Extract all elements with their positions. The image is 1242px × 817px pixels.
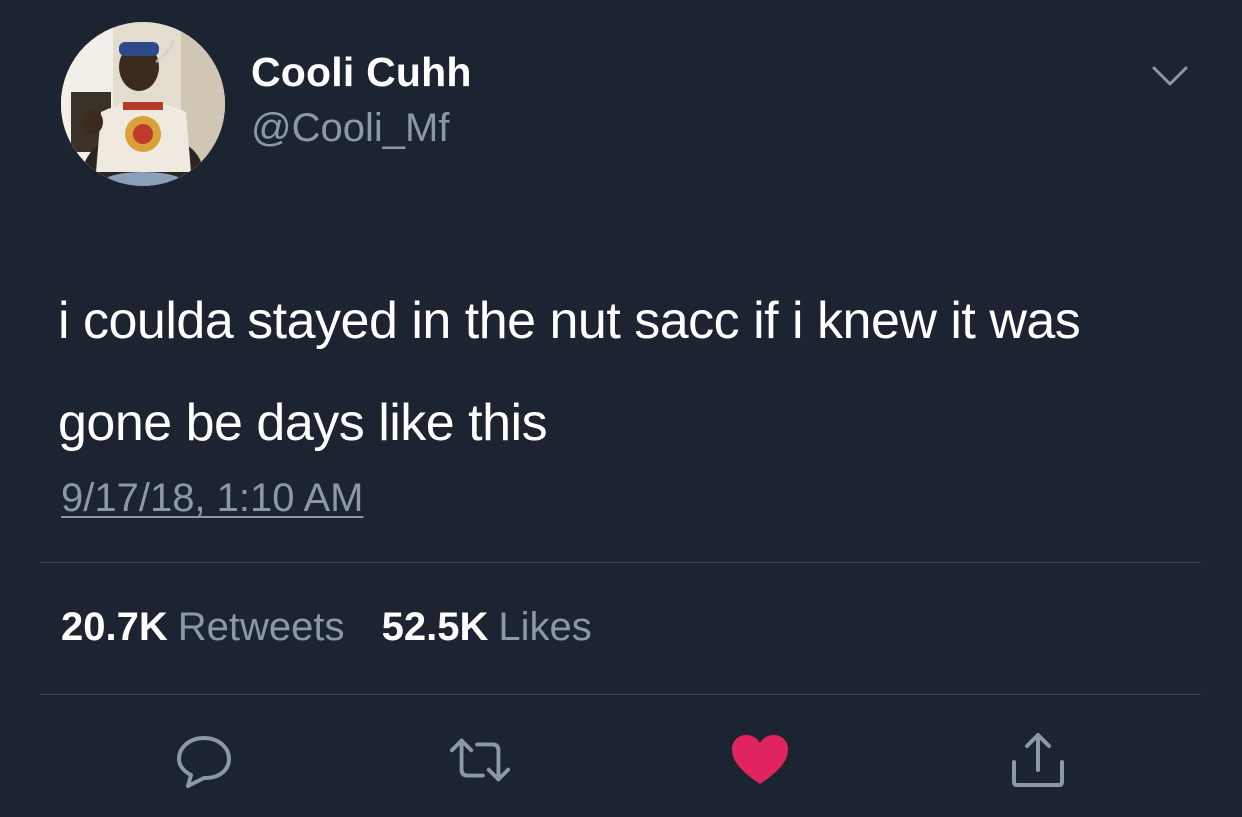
tweet-text: i coulda stayed in the nut sacc if i kne… [58, 292, 1081, 452]
avatar[interactable] [61, 22, 225, 186]
share-upload-icon [1012, 733, 1064, 787]
tweet-timestamp[interactable]: 9/17/18, 1:10 AM [61, 476, 363, 521]
likes-stat[interactable]: 52.5K Likes [382, 605, 592, 650]
chevron-down-icon[interactable] [1150, 62, 1190, 90]
divider [40, 562, 1201, 563]
likes-label: Likes [498, 605, 592, 649]
reply-button[interactable] [172, 730, 236, 790]
speech-bubble-icon [177, 736, 231, 788]
retweet-button[interactable] [448, 730, 512, 790]
heart-icon [732, 735, 788, 784]
user-handle[interactable]: @Cooli_Mf [251, 106, 449, 151]
divider [40, 694, 1201, 695]
likes-count: 52.5K [381, 605, 489, 649]
profile-photo-icon [61, 22, 225, 186]
retweets-label: Retweets [177, 605, 345, 649]
display-name[interactable]: Cooli Cuhh [251, 49, 472, 96]
retweets-count: 20.7K [61, 605, 168, 649]
like-button[interactable] [728, 730, 792, 790]
tweet-stats: 20.7K Retweets 52.5K Likes [61, 605, 618, 650]
share-button[interactable] [1006, 730, 1070, 790]
retweets-stat[interactable]: 20.7K Retweets [61, 605, 345, 650]
retweet-arrows-icon [449, 738, 511, 782]
